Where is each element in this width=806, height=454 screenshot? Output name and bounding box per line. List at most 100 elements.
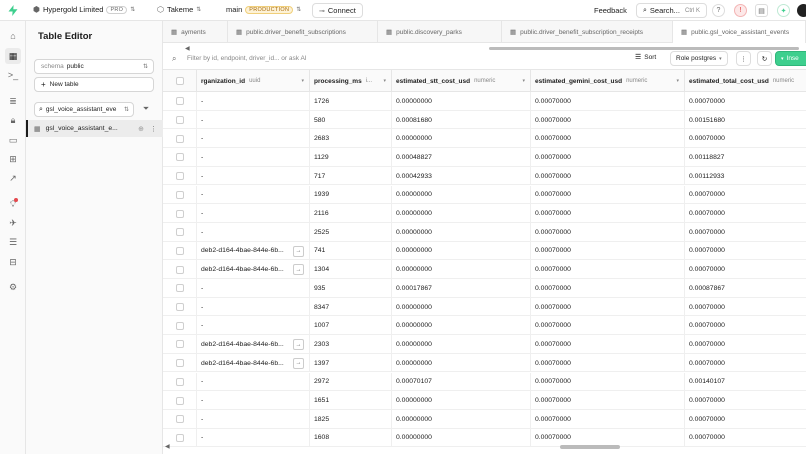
organization-id-cell[interactable]: - xyxy=(197,185,310,205)
select-cell[interactable] xyxy=(163,391,197,410)
table-row[interactable]: - 1129 0.00048827 0.00070000 0.00118827 xyxy=(163,148,806,167)
organization-id-cell[interactable]: - xyxy=(197,129,310,149)
select-cell[interactable] xyxy=(163,185,197,205)
total-cost-cell[interactable]: 0.00070000 xyxy=(685,335,806,354)
total-cost-cell[interactable]: 0.00118827 xyxy=(685,148,806,167)
row-checkbox[interactable] xyxy=(175,246,184,255)
table-row[interactable]: - 1007 0.00000000 0.00070000 0.00070000 xyxy=(163,316,806,336)
database-icon[interactable]: ≣ xyxy=(5,93,21,109)
tab-driver-benefit-subscription-receipts[interactable]: ▦ public.driver_benefit_subscription_rece… xyxy=(502,21,673,43)
row-checkbox[interactable] xyxy=(175,340,184,349)
table-search-input[interactable]: ⌕ gsl_voice_assistant_eve ⇅ xyxy=(34,102,134,117)
table-row[interactable]: - 2972 0.00070107 0.00070000 0.00140107 xyxy=(163,372,806,392)
organization-id-cell[interactable]: deb2-d164-4bae-844e-6b... → xyxy=(197,241,310,261)
table-row[interactable]: - 717 0.00042933 0.00070000 0.00112933 xyxy=(163,166,806,186)
stt-cost-cell[interactable]: 0.00000000 xyxy=(392,391,531,410)
total-cost-cell[interactable]: 0.00070000 xyxy=(685,260,806,279)
sort-button[interactable]: ☰ Sort xyxy=(635,53,656,62)
gemini-cost-cell[interactable]: 0.00070000 xyxy=(531,241,685,261)
table-row[interactable]: deb2-d164-4bae-844e-6b... → 1304 0.00000000… xyxy=(163,260,806,279)
gemini-cost-cell[interactable]: 0.00070000 xyxy=(531,353,685,373)
select-all-checkbox-cell[interactable] xyxy=(163,70,197,92)
organization-id-cell[interactable]: deb2-d164-4bae-844e-6b... → xyxy=(197,260,310,279)
chevron-down-icon[interactable]: ▾ xyxy=(522,78,525,84)
organization-id-cell[interactable]: deb2-d164-4bae-844e-6b... → xyxy=(197,335,310,354)
gemini-cost-cell[interactable]: 0.00070000 xyxy=(531,260,685,279)
processing-ms-cell[interactable]: 1825 xyxy=(310,409,392,429)
gemini-cost-cell[interactable]: 0.00070000 xyxy=(531,372,685,392)
row-checkbox[interactable] xyxy=(175,228,184,237)
total-cost-cell[interactable]: 0.00070000 xyxy=(685,129,806,148)
processing-ms-cell[interactable]: 8347 xyxy=(310,297,392,317)
row-checkbox[interactable] xyxy=(175,396,184,405)
scroll-left-icon[interactable]: ◀ xyxy=(165,443,170,450)
total-cost-cell[interactable]: 0.00151680 xyxy=(685,111,806,130)
select-cell[interactable] xyxy=(163,297,197,317)
row-checkbox[interactable] xyxy=(175,284,184,293)
refresh-icon[interactable]: ↻ xyxy=(757,51,772,66)
processing-ms-cell[interactable]: 717 xyxy=(310,166,392,186)
select-cell[interactable] xyxy=(163,316,197,336)
select-cell[interactable] xyxy=(163,260,197,279)
realtime-icon[interactable]: ↗ xyxy=(5,170,21,186)
column-header-processing-ms[interactable]: processing_ms i... ▾ xyxy=(310,70,392,92)
select-cell[interactable] xyxy=(163,92,197,111)
processing-ms-cell[interactable]: 1939 xyxy=(310,185,392,205)
total-cost-cell[interactable]: 0.00070000 xyxy=(685,223,806,242)
organization-id-cell[interactable]: - xyxy=(197,110,310,130)
total-cost-cell[interactable]: 0.00070000 xyxy=(685,316,806,335)
gemini-cost-cell[interactable]: 0.00070000 xyxy=(531,204,685,223)
reports-icon[interactable]: ✈︎ xyxy=(5,215,21,231)
tab-payments[interactable]: ▦ ayments xyxy=(163,21,228,43)
role-selector[interactable]: Role postgres ▾ xyxy=(670,51,728,66)
processing-ms-cell[interactable]: 1397 xyxy=(310,353,392,373)
select-cell[interactable] xyxy=(163,222,197,242)
organization-id-cell[interactable]: - xyxy=(197,372,310,392)
storage-icon[interactable]: ▭ xyxy=(5,132,21,148)
table-row[interactable]: - 8347 0.00000000 0.00070000 0.00070000 xyxy=(163,297,806,317)
column-header-estimated-stt-cost-usd[interactable]: estimated_stt_cost_usd numeric ▾ xyxy=(392,70,531,92)
column-header-organization-id[interactable]: rganization_id uuid ▾ xyxy=(197,70,310,92)
total-cost-cell[interactable]: 0.00112933 xyxy=(685,167,806,186)
table-row[interactable]: - 1651 0.00000000 0.00070000 0.00070000 xyxy=(163,391,806,410)
processing-ms-cell[interactable]: 2303 xyxy=(310,335,392,354)
row-checkbox[interactable] xyxy=(175,321,184,330)
chevron-down-icon[interactable]: ▾ xyxy=(383,78,386,84)
row-checkbox[interactable] xyxy=(175,359,184,368)
integrations-icon[interactable]: ⊟ xyxy=(5,254,21,270)
schema-selector[interactable]: schema public ⇅ xyxy=(34,59,154,74)
stt-cost-cell[interactable]: 0.00000000 xyxy=(392,297,531,317)
table-row[interactable]: - 1726 0.00000000 0.00070000 0.00070000 xyxy=(163,92,806,111)
tab-scrollbar[interactable] xyxy=(489,47,799,50)
stt-cost-cell[interactable]: 0.00000000 xyxy=(392,241,531,261)
select-all-checkbox[interactable] xyxy=(175,77,184,85)
stt-cost-cell[interactable]: 0.00017867 xyxy=(392,279,531,298)
processing-ms-cell[interactable]: 1608 xyxy=(310,428,392,447)
table-editor-icon[interactable]: ▦ xyxy=(5,48,21,64)
select-cell[interactable] xyxy=(163,148,197,167)
total-cost-cell[interactable]: 0.00070000 xyxy=(685,186,806,205)
filter-icon[interactable]: ⏷ xyxy=(140,103,152,115)
processing-ms-cell[interactable]: 1007 xyxy=(310,316,392,336)
stt-cost-cell[interactable]: 0.00000000 xyxy=(392,185,531,205)
gemini-cost-cell[interactable]: 0.00070000 xyxy=(531,185,685,205)
sidebar-item-table[interactable]: ▦ gsl_voice_assistant_e... ⊕ ⋮ xyxy=(26,120,163,137)
stt-cost-cell[interactable]: 0.00000000 xyxy=(392,316,531,336)
row-checkbox[interactable] xyxy=(175,116,184,125)
row-checkbox[interactable] xyxy=(175,209,184,218)
chevron-down-icon[interactable]: ▾ xyxy=(676,78,679,84)
stt-cost-cell[interactable]: 0.00081680 xyxy=(392,110,531,130)
gemini-cost-cell[interactable]: 0.00070000 xyxy=(531,148,685,167)
select-cell[interactable] xyxy=(163,241,197,261)
stt-cost-cell[interactable]: 0.00000000 xyxy=(392,92,531,111)
row-checkbox[interactable] xyxy=(175,303,184,312)
total-cost-cell[interactable]: 0.00070000 xyxy=(685,410,806,429)
stt-cost-cell[interactable]: 0.00000000 xyxy=(392,409,531,429)
select-cell[interactable] xyxy=(163,110,197,130)
table-row[interactable]: deb2-d164-4bae-844e-6b... → 741 0.00000000 0… xyxy=(163,241,806,261)
total-cost-cell[interactable]: 0.00070000 xyxy=(685,391,806,410)
organization-id-cell[interactable]: - xyxy=(197,409,310,429)
gemini-cost-cell[interactable]: 0.00070000 xyxy=(531,391,685,410)
stt-cost-cell[interactable]: 0.00000000 xyxy=(392,222,531,242)
tab-driver-benefit-subscriptions[interactable]: ▦ public.driver_benefit_subscriptions xyxy=(228,21,378,43)
